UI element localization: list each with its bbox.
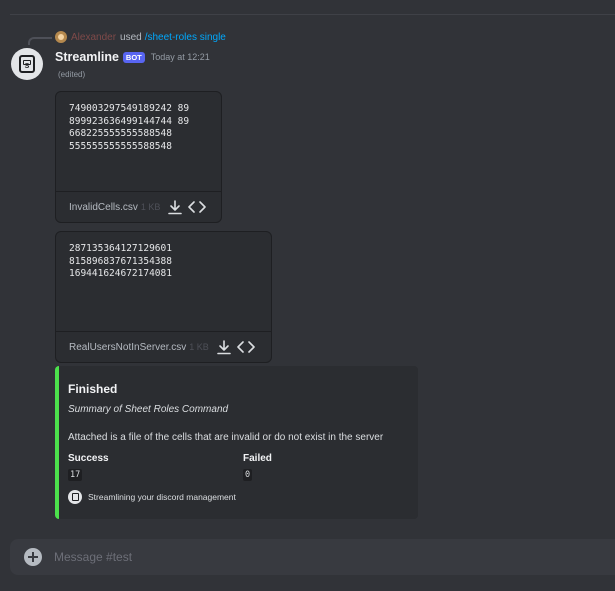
message-header: Streamline BOT Today at 12:21 — [55, 49, 210, 65]
bot-footer-icon — [68, 490, 82, 504]
reply-reference[interactable]: Alexander used /sheet-roles single — [55, 30, 226, 44]
reply-username[interactable]: Alexander — [71, 32, 116, 43]
edited-label: (edited) — [58, 70, 86, 79]
message-input[interactable] — [54, 550, 615, 564]
field-success-value: 17 — [68, 469, 83, 481]
attachment-footer: InvalidCells.csv 1 KB — [56, 191, 221, 222]
file-preview: 287135364127129601 815896837671354388 16… — [69, 243, 172, 279]
attachment-real-users-not-in-server: 287135364127129601 815896837671354388 16… — [55, 231, 272, 363]
field-failed-value: 0 — [243, 469, 253, 481]
attachment-invalid-cells: 749003297549189242 89 899923636499144744… — [55, 91, 222, 223]
embed-footer: Streamlining your discord management — [68, 490, 236, 504]
embed-card: Finished Summary of Sheet Roles Command … — [55, 366, 418, 519]
field-failed-name: Failed — [243, 453, 272, 464]
reply-user-avatar — [55, 31, 67, 43]
download-icon[interactable] — [166, 198, 184, 216]
download-icon[interactable] — [215, 338, 233, 356]
embed-title: Finished — [68, 382, 118, 396]
attachment-footer: RealUsersNotInServer.csv 1 KB — [56, 331, 271, 362]
file-preview: 749003297549189242 89 899923636499144744… — [69, 103, 190, 152]
embed-description: Summary of Sheet Roles Command — [68, 404, 229, 415]
message-composer — [10, 539, 615, 575]
embed-body-text: Attached is a file of the cells that are… — [68, 432, 384, 443]
top-divider — [10, 14, 615, 15]
file-size: 1 KB — [140, 202, 161, 212]
author-name[interactable]: Streamline — [55, 50, 119, 64]
code-view-icon[interactable] — [188, 198, 207, 216]
reply-command[interactable]: /sheet-roles single — [145, 32, 226, 43]
field-success-name: Success — [68, 453, 109, 464]
code-view-icon[interactable] — [236, 338, 255, 356]
message-timestamp: Today at 12:21 — [150, 52, 210, 62]
embed-footer-text: Streamlining your discord management — [88, 492, 236, 502]
plus-circle-icon[interactable] — [24, 548, 42, 566]
bot-badge: BOT — [122, 51, 145, 63]
file-name[interactable]: RealUsersNotInServer.csv — [69, 342, 186, 353]
bot-avatar[interactable] — [11, 48, 43, 80]
robot-icon — [19, 55, 35, 73]
reply-spine — [28, 37, 52, 45]
reply-used-text: used — [120, 31, 142, 43]
file-name[interactable]: InvalidCells.csv — [69, 202, 138, 213]
file-size: 1 KB — [189, 342, 209, 352]
